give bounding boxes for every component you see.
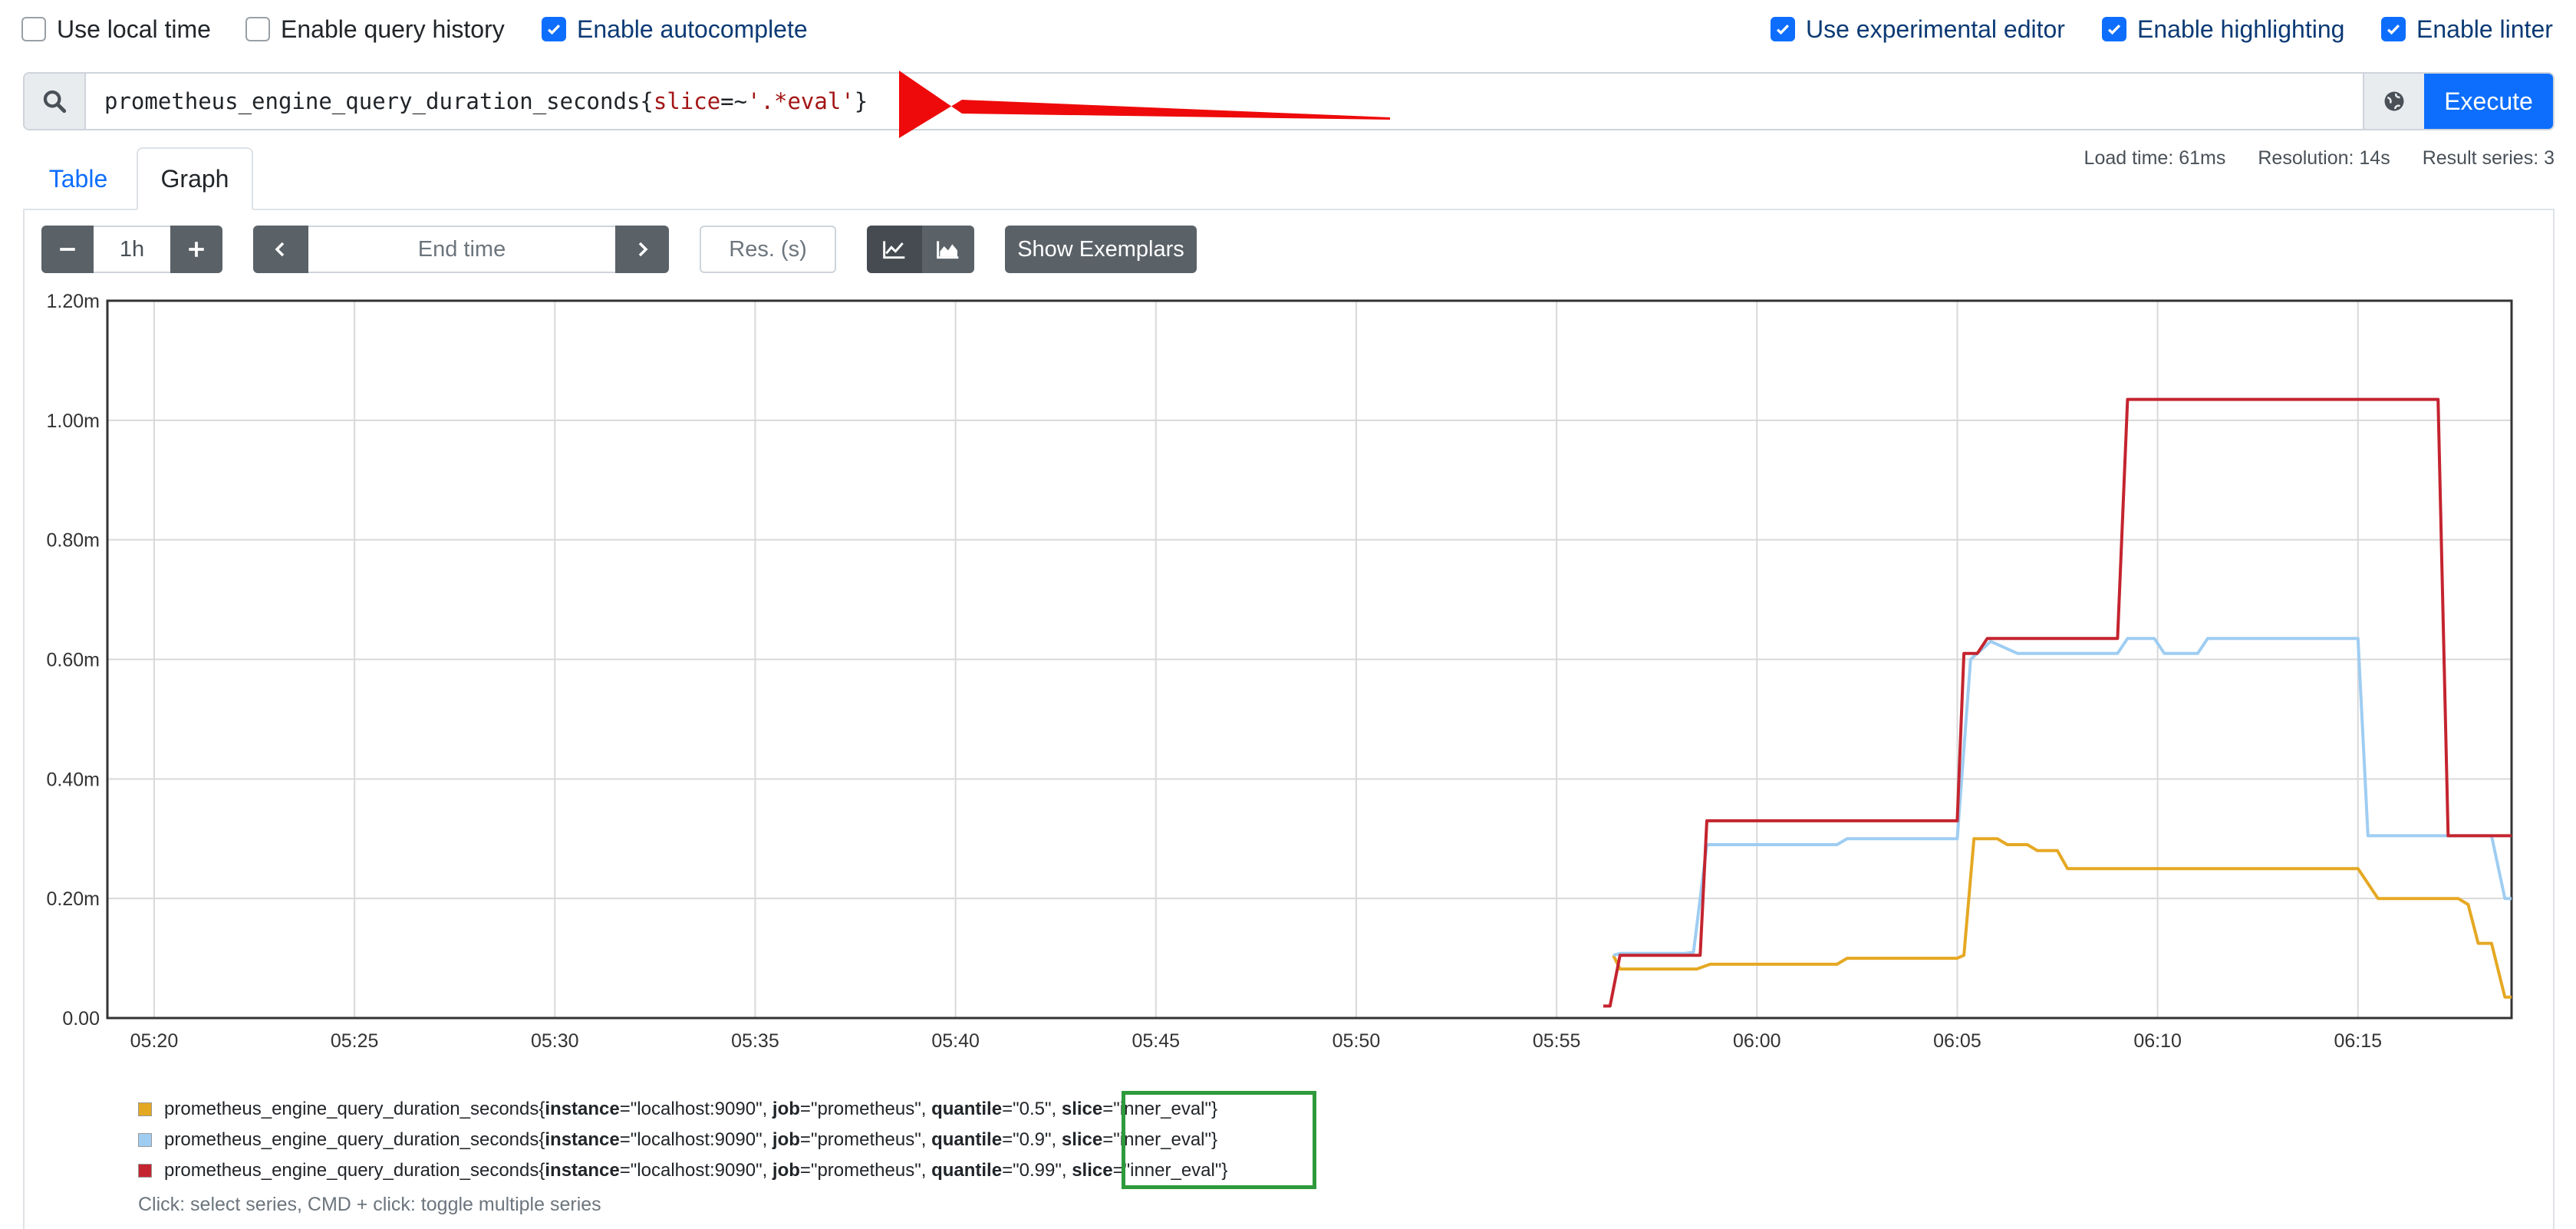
y-tick-label: 0.00: [62, 1008, 100, 1030]
x-tick-label: 05:30: [531, 1030, 579, 1052]
legend: prometheus_engine_query_duration_seconds…: [138, 1094, 1227, 1186]
graph-chart[interactable]: 0.00 0.20m 0.40m 0.60m 0.80m 1.00m 1.20m 05:20 0…: [0, 0, 2576, 1074]
legend-item[interactable]: prometheus_engine_query_duration_seconds…: [138, 1094, 1227, 1125]
legend-label: prometheus_engine_query_duration_seconds…: [164, 1160, 1228, 1181]
x-tick-label: 06:10: [2133, 1030, 2182, 1052]
legend-item[interactable]: prometheus_engine_query_duration_seconds…: [138, 1155, 1227, 1186]
series-line-2: [1603, 397, 2512, 1008]
x-tick-label: 06:05: [1933, 1030, 1981, 1052]
x-tick-label: 05:35: [731, 1030, 779, 1052]
x-tick-label: 05:20: [130, 1030, 179, 1052]
x-tick-label: 05:40: [931, 1030, 980, 1052]
x-tick-label: 05:50: [1332, 1030, 1381, 1052]
y-tick-label: 0.60m: [47, 650, 100, 671]
slice-label-highlight: [1122, 1091, 1316, 1189]
y-tick-label: 0.40m: [47, 769, 100, 790]
y-tick-label: 1.20m: [47, 291, 100, 312]
legend-swatch: [138, 1102, 152, 1116]
y-tick-label: 1.00m: [47, 410, 100, 432]
x-tick-label: 05:25: [331, 1030, 379, 1052]
y-tick-label: 0.20m: [47, 888, 100, 910]
legend-hint: Click: select series, CMD + click: toggl…: [138, 1194, 601, 1215]
legend-label: prometheus_engine_query_duration_seconds…: [164, 1099, 1218, 1119]
x-tick-label: 06:15: [2334, 1030, 2382, 1052]
legend-label: prometheus_engine_query_duration_seconds…: [164, 1129, 1218, 1150]
x-tick-label: 05:55: [1533, 1030, 1581, 1052]
x-tick-label: 06:00: [1733, 1030, 1781, 1052]
series-line-0: [1612, 837, 2512, 999]
legend-swatch: [138, 1164, 152, 1178]
legend-swatch: [138, 1133, 152, 1147]
x-tick-label: 05:45: [1132, 1030, 1180, 1052]
legend-item[interactable]: prometheus_engine_query_duration_seconds…: [138, 1125, 1227, 1155]
y-tick-label: 0.80m: [47, 530, 100, 552]
series-line-1: [1612, 637, 2512, 957]
tab-graph[interactable]: Graph: [137, 147, 253, 210]
